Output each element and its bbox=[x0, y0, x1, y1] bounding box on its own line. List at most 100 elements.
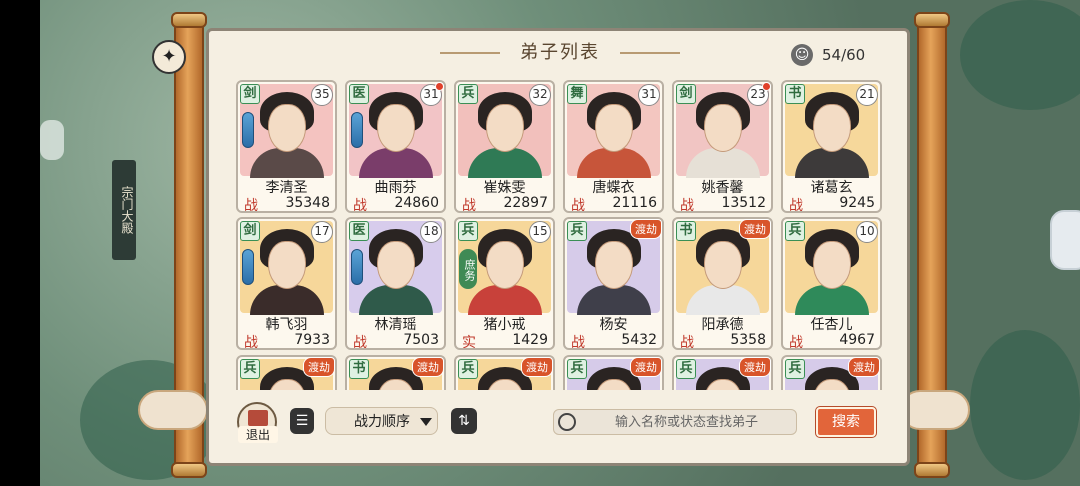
gem-icon bbox=[351, 112, 363, 148]
disciple-grid[interactable]: 剑 35 李清圣战 35348 医 31 曲雨芬战 24860 兵 32 崔姝雯战 22897 舞 31 唐… bbox=[236, 80, 886, 390]
portrait-face bbox=[486, 104, 524, 152]
stat-label: 战 bbox=[789, 198, 803, 213]
portrait-robe bbox=[468, 148, 542, 178]
background-tree bbox=[970, 330, 1080, 480]
portrait-face bbox=[268, 104, 306, 152]
search-button[interactable]: 搜索 bbox=[816, 407, 876, 437]
side-character bbox=[40, 120, 64, 160]
disciple-card[interactable]: 剑 35 李清圣战 35348 bbox=[236, 80, 337, 213]
gem-icon bbox=[242, 249, 254, 285]
stat-label: 战 bbox=[571, 198, 585, 213]
disciple-stat: 战 7933 bbox=[244, 332, 332, 348]
disciple-card[interactable]: 兵 渡劫 bbox=[454, 355, 555, 390]
duty-tag: 庶务 bbox=[459, 249, 477, 289]
list-icon[interactable]: ☰ bbox=[290, 408, 314, 434]
disciple-name: 曲雨芬 bbox=[374, 180, 417, 196]
disciple-card[interactable]: 医 31 曲雨芬战 24860 bbox=[345, 80, 446, 213]
stat-value: 35348 bbox=[285, 195, 330, 211]
notification-dot bbox=[762, 82, 771, 91]
disciple-card[interactable]: 兵 渡劫 bbox=[563, 355, 664, 390]
portrait-robe bbox=[577, 285, 651, 315]
disciple-stat: 战 24860 bbox=[353, 195, 441, 211]
level-badge: 18 bbox=[420, 221, 442, 243]
exit-label[interactable]: 退出 bbox=[238, 426, 278, 443]
screen-edge bbox=[0, 0, 40, 486]
disciple-name: 姚香馨 bbox=[701, 180, 744, 196]
scroll-rod-cap bbox=[171, 12, 207, 28]
swap-arrows-icon[interactable]: ⇅ bbox=[451, 408, 477, 434]
disciple-card[interactable]: 兵 渡劫 杨安战 5432 bbox=[563, 217, 664, 350]
type-badge: 剑 bbox=[240, 84, 260, 104]
disciple-stat: 战 35348 bbox=[244, 195, 332, 213]
stat-value: 24860 bbox=[394, 195, 439, 211]
stat-value: 13512 bbox=[721, 195, 766, 211]
disciple-card[interactable]: 剑 17 韩飞羽战 7933 bbox=[236, 217, 337, 350]
portrait-face bbox=[813, 241, 851, 289]
stat-label: 战 bbox=[462, 198, 476, 213]
type-badge: 剑 bbox=[676, 84, 696, 104]
search-bar[interactable] bbox=[553, 409, 797, 435]
portrait-robe bbox=[795, 285, 869, 315]
disciple-name: 唐蝶衣 bbox=[592, 180, 635, 196]
portrait-face bbox=[813, 104, 851, 152]
tribulation-badge: 渡劫 bbox=[521, 357, 553, 377]
portrait-robe bbox=[250, 148, 324, 178]
disciple-card[interactable]: 书 21 诸葛玄战 9245 bbox=[781, 80, 882, 213]
scroll-rod-cap bbox=[914, 462, 950, 478]
disciple-card[interactable]: 兵 渡劫 bbox=[672, 355, 773, 390]
disciple-card[interactable]: 兵 32 崔姝雯战 22897 bbox=[454, 80, 555, 213]
type-badge: 兵 bbox=[458, 221, 478, 241]
disciple-card[interactable]: 剑 23 姚香馨战 13512 bbox=[672, 80, 773, 213]
stat-label: 战 bbox=[244, 198, 258, 213]
disciple-card[interactable]: 书 渡劫 bbox=[345, 355, 446, 390]
scroll-rod-cap bbox=[914, 12, 950, 28]
disciple-card[interactable]: 兵庶务 15 猪小戒实 1429 bbox=[454, 217, 555, 350]
portrait-robe bbox=[577, 148, 651, 178]
stat-label: 战 bbox=[680, 335, 694, 350]
stat-label: 战 bbox=[789, 335, 803, 350]
type-badge: 兵 bbox=[240, 359, 260, 379]
disciple-name: 阳承德 bbox=[701, 317, 744, 333]
disciple-stat: 战 21116 bbox=[571, 195, 659, 213]
disciple-card[interactable]: 兵 渡劫 bbox=[236, 355, 337, 390]
sort-label: 战力顺序 bbox=[354, 414, 410, 430]
notification-dot bbox=[435, 82, 444, 91]
portrait-robe bbox=[359, 148, 433, 178]
book-icon bbox=[248, 410, 268, 426]
type-badge: 兵 bbox=[458, 359, 478, 379]
stat-label: 战 bbox=[571, 335, 585, 350]
disciple-stat: 实 1429 bbox=[462, 332, 550, 348]
portrait-face bbox=[377, 104, 415, 152]
portrait-face bbox=[377, 241, 415, 289]
type-badge: 医 bbox=[349, 221, 369, 241]
gem-icon bbox=[351, 249, 363, 285]
stat-value: 5358 bbox=[730, 332, 766, 348]
stat-label: 战 bbox=[680, 198, 694, 213]
portrait-face bbox=[486, 241, 524, 289]
tribulation-badge: 渡劫 bbox=[848, 357, 880, 377]
disciple-name: 猪小戒 bbox=[483, 317, 526, 333]
search-input[interactable] bbox=[584, 410, 789, 434]
sort-dropdown[interactable]: 战力顺序 bbox=[325, 407, 438, 435]
portrait-face bbox=[704, 104, 742, 152]
disciple-card[interactable]: 兵 渡劫 bbox=[781, 355, 882, 390]
disciple-card[interactable]: 舞 31 唐蝶衣战 21116 bbox=[563, 80, 664, 213]
disciple-stat: 战 5432 bbox=[571, 332, 659, 350]
sword-emblem-icon[interactable]: ✦ bbox=[152, 40, 186, 74]
disciple-card[interactable]: 医 18 林清瑶战 7503 bbox=[345, 217, 446, 350]
floating-side-button[interactable] bbox=[1050, 210, 1080, 270]
person-circle-icon: ☺ bbox=[791, 44, 813, 66]
portrait-face bbox=[595, 241, 633, 289]
side-location-tag[interactable]: 宗门大殿 bbox=[112, 160, 136, 260]
disciple-card[interactable]: 兵 10 任杏儿战 4967 bbox=[781, 217, 882, 350]
scroll-rod-cap bbox=[171, 462, 207, 478]
stat-value: 7933 bbox=[294, 332, 330, 348]
page-title: 弟子列表 bbox=[520, 42, 600, 63]
disciple-name: 任杏儿 bbox=[810, 317, 853, 333]
tribulation-badge: 渡劫 bbox=[630, 357, 662, 377]
disciple-name: 韩飞羽 bbox=[265, 317, 308, 333]
disciple-card[interactable]: 书 渡劫 阳承德战 5358 bbox=[672, 217, 773, 350]
type-badge: 兵 bbox=[785, 221, 805, 241]
disciple-stat: 战 5358 bbox=[680, 332, 768, 350]
type-badge: 书 bbox=[785, 84, 805, 104]
